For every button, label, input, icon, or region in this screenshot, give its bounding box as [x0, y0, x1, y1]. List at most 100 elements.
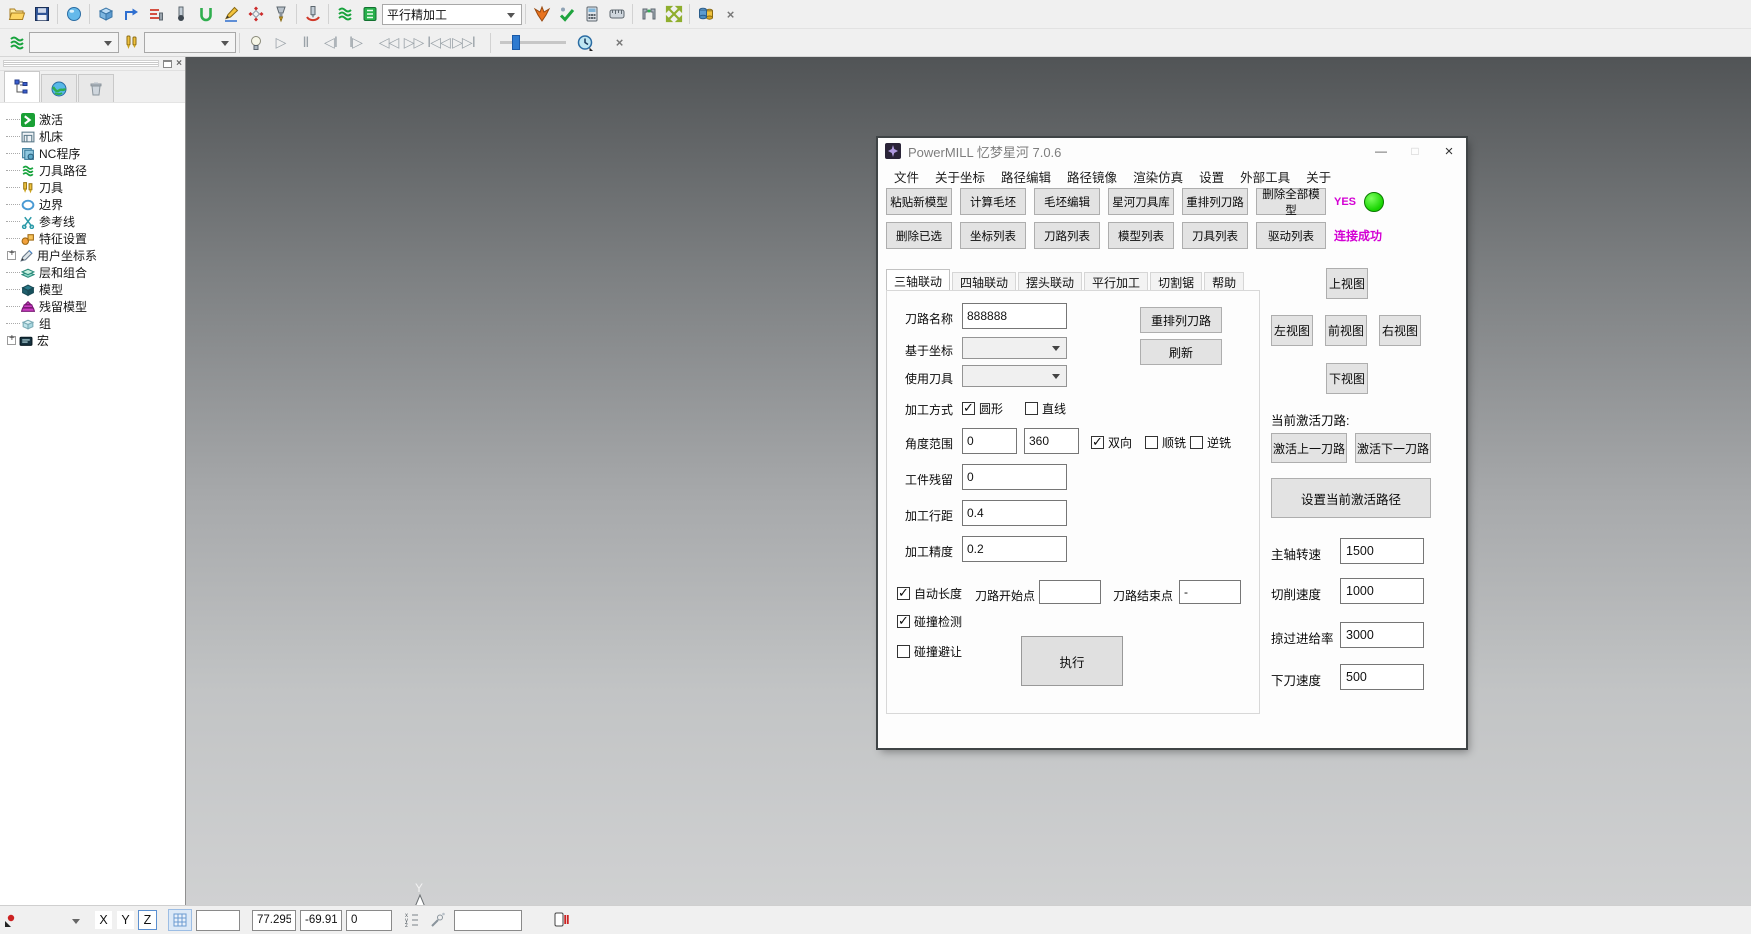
- menu-external-tools[interactable]: 外部工具: [1232, 167, 1298, 186]
- cutting-feed-input[interactable]: [1340, 578, 1424, 604]
- menu-path-mirror[interactable]: 路径镜像: [1059, 167, 1125, 186]
- angle-from-input[interactable]: [962, 428, 1017, 454]
- toolpath-list-button[interactable]: 刀路列表: [1034, 222, 1100, 249]
- model-list-button[interactable]: 模型列表: [1108, 222, 1174, 249]
- save-project-button[interactable]: [29, 2, 54, 26]
- sim-toolpath-button[interactable]: [4, 31, 29, 55]
- tree-item-nc-programs[interactable]: NC程序: [6, 145, 185, 162]
- tab-swivel-head[interactable]: 摆头联动: [1018, 272, 1082, 292]
- sim-tool-combobox[interactable]: [144, 32, 236, 53]
- grid-size-input[interactable]: [196, 910, 240, 931]
- plunge-feed-input[interactable]: [1340, 664, 1424, 690]
- strategy-button[interactable]: [357, 2, 382, 26]
- stepover-input[interactable]: [962, 500, 1067, 526]
- pattern-points-button[interactable]: [243, 2, 268, 26]
- coordinate-list-button[interactable]: [400, 908, 425, 932]
- pause-output-button[interactable]: [548, 908, 573, 932]
- stock-remain-input[interactable]: [962, 464, 1067, 490]
- activate-next-toolpath-button[interactable]: 激活下一刀路: [1355, 433, 1431, 463]
- sim-toolbar-close-button[interactable]: ×: [607, 31, 632, 55]
- start-point-input[interactable]: [1039, 580, 1101, 604]
- tab-explorer-trash[interactable]: [78, 74, 114, 102]
- menu-path-edit[interactable]: 路径编辑: [993, 167, 1059, 186]
- tree-item-groups[interactable]: 组: [6, 315, 185, 332]
- close-button[interactable]: ×: [1432, 138, 1466, 164]
- view-front-button[interactable]: 前视图: [1325, 315, 1367, 346]
- rapid-heights-button[interactable]: [143, 2, 168, 26]
- menu-render-sim[interactable]: 渲染仿真: [1125, 167, 1191, 186]
- tree-item-patterns[interactable]: 参考线: [6, 213, 185, 230]
- sim-tool-button[interactable]: [119, 31, 144, 55]
- view-left-button[interactable]: 左视图: [1271, 315, 1313, 346]
- strategy-combobox[interactable]: 平行精加工: [382, 4, 522, 25]
- toolpath-name-input[interactable]: [962, 303, 1067, 329]
- tree-item-boundaries[interactable]: 边界: [6, 196, 185, 213]
- sim-rewind-button[interactable]: ◁◁: [376, 31, 401, 55]
- tab-explorer-web[interactable]: [41, 74, 77, 102]
- stock-edit-button[interactable]: 毛坯编辑: [1034, 188, 1100, 215]
- calc-stock-button[interactable]: 计算毛坯: [960, 188, 1026, 215]
- draw-axis-combobox[interactable]: [2, 909, 86, 932]
- angle-to-input[interactable]: [1024, 428, 1079, 454]
- circle-checkbox[interactable]: [962, 402, 975, 415]
- tree-item-activate[interactable]: 激活: [6, 111, 185, 128]
- sim-time-button[interactable]: [572, 31, 597, 55]
- tree-item-macros[interactable]: 宏: [6, 332, 185, 349]
- tool-button[interactable]: [168, 2, 193, 26]
- conventional-checkbox[interactable]: [1190, 436, 1203, 449]
- tree-item-toolpaths[interactable]: 刀具路径: [6, 162, 185, 179]
- tab-3axis[interactable]: 三轴联动: [886, 269, 950, 292]
- sim-toolpath-combobox[interactable]: [29, 32, 119, 53]
- sim-fast-forward-button[interactable]: ▷▷: [401, 31, 426, 55]
- slider-knob[interactable]: [512, 35, 520, 50]
- tab-explorer-tree[interactable]: [4, 71, 40, 102]
- panel-close-icon[interactable]: ×: [176, 60, 182, 68]
- panel-float-icon[interactable]: [163, 60, 172, 68]
- tool-list-button[interactable]: 刀具列表: [1182, 222, 1248, 249]
- tab-parallel[interactable]: 平行加工: [1084, 272, 1148, 292]
- open-project-button[interactable]: [4, 2, 29, 26]
- sim-go-end-button[interactable]: ▷▷Ⅰ: [451, 31, 476, 55]
- end-point-input[interactable]: [1179, 580, 1241, 604]
- menu-settings[interactable]: 设置: [1191, 167, 1232, 186]
- drive-list-button[interactable]: 驱动列表: [1256, 222, 1326, 249]
- tree-item-models[interactable]: 模型: [6, 281, 185, 298]
- panel-grip[interactable]: [3, 60, 159, 67]
- simulate-check-button[interactable]: [554, 2, 579, 26]
- climb-checkbox[interactable]: [1145, 436, 1158, 449]
- view-right-button[interactable]: 右视图: [1379, 315, 1421, 346]
- axis-y-button[interactable]: Y: [116, 910, 135, 930]
- axis-z-button[interactable]: Z: [138, 910, 157, 930]
- dialog-titlebar[interactable]: PowerMILL 忆梦星河 7.0.6 — □ ×: [878, 138, 1466, 164]
- probe-button[interactable]: [425, 908, 450, 932]
- grid-snap-button[interactable]: [168, 909, 192, 931]
- sim-play-button[interactable]: ▷: [268, 31, 293, 55]
- cursor-y-field[interactable]: [300, 910, 342, 931]
- arc-fit-button[interactable]: [300, 2, 325, 26]
- toolpath-button[interactable]: [332, 2, 357, 26]
- cursor-x-field[interactable]: [252, 910, 296, 931]
- menu-file[interactable]: 文件: [886, 167, 927, 186]
- tree-item-workplanes[interactable]: 用户坐标系: [6, 247, 185, 264]
- skim-feed-input[interactable]: [1340, 622, 1424, 648]
- measure-button[interactable]: [604, 2, 629, 26]
- tree-item-machine[interactable]: 机床: [6, 128, 185, 145]
- tree-item-feature-sets[interactable]: 特征设置: [6, 230, 185, 247]
- clamp-button[interactable]: [636, 2, 661, 26]
- use-tool-select[interactable]: [962, 365, 1067, 387]
- tolerance-status-input[interactable]: [454, 910, 522, 931]
- toolbar-close-button[interactable]: ×: [718, 2, 743, 26]
- pattern-edit-button[interactable]: [218, 2, 243, 26]
- delete-selected-button[interactable]: 删除已选: [886, 222, 952, 249]
- collision-check-checkbox[interactable]: [897, 615, 910, 628]
- tool-library-button[interactable]: 星河刀具库: [1108, 188, 1174, 215]
- calculator-button[interactable]: [579, 2, 604, 26]
- cursor-z-field[interactable]: [346, 910, 392, 931]
- sim-step-forward-button[interactable]: Ⅰ▷: [343, 31, 368, 55]
- sim-pause-button[interactable]: Ⅱ: [293, 31, 318, 55]
- tab-4axis[interactable]: 四轴联动: [952, 272, 1016, 292]
- refresh-button[interactable]: 刷新: [1140, 339, 1222, 365]
- view-top-button[interactable]: 上视图: [1326, 268, 1368, 299]
- auto-length-checkbox[interactable]: [897, 587, 910, 600]
- rearrange-toolpaths-button[interactable]: 重排列刀路: [1182, 188, 1248, 215]
